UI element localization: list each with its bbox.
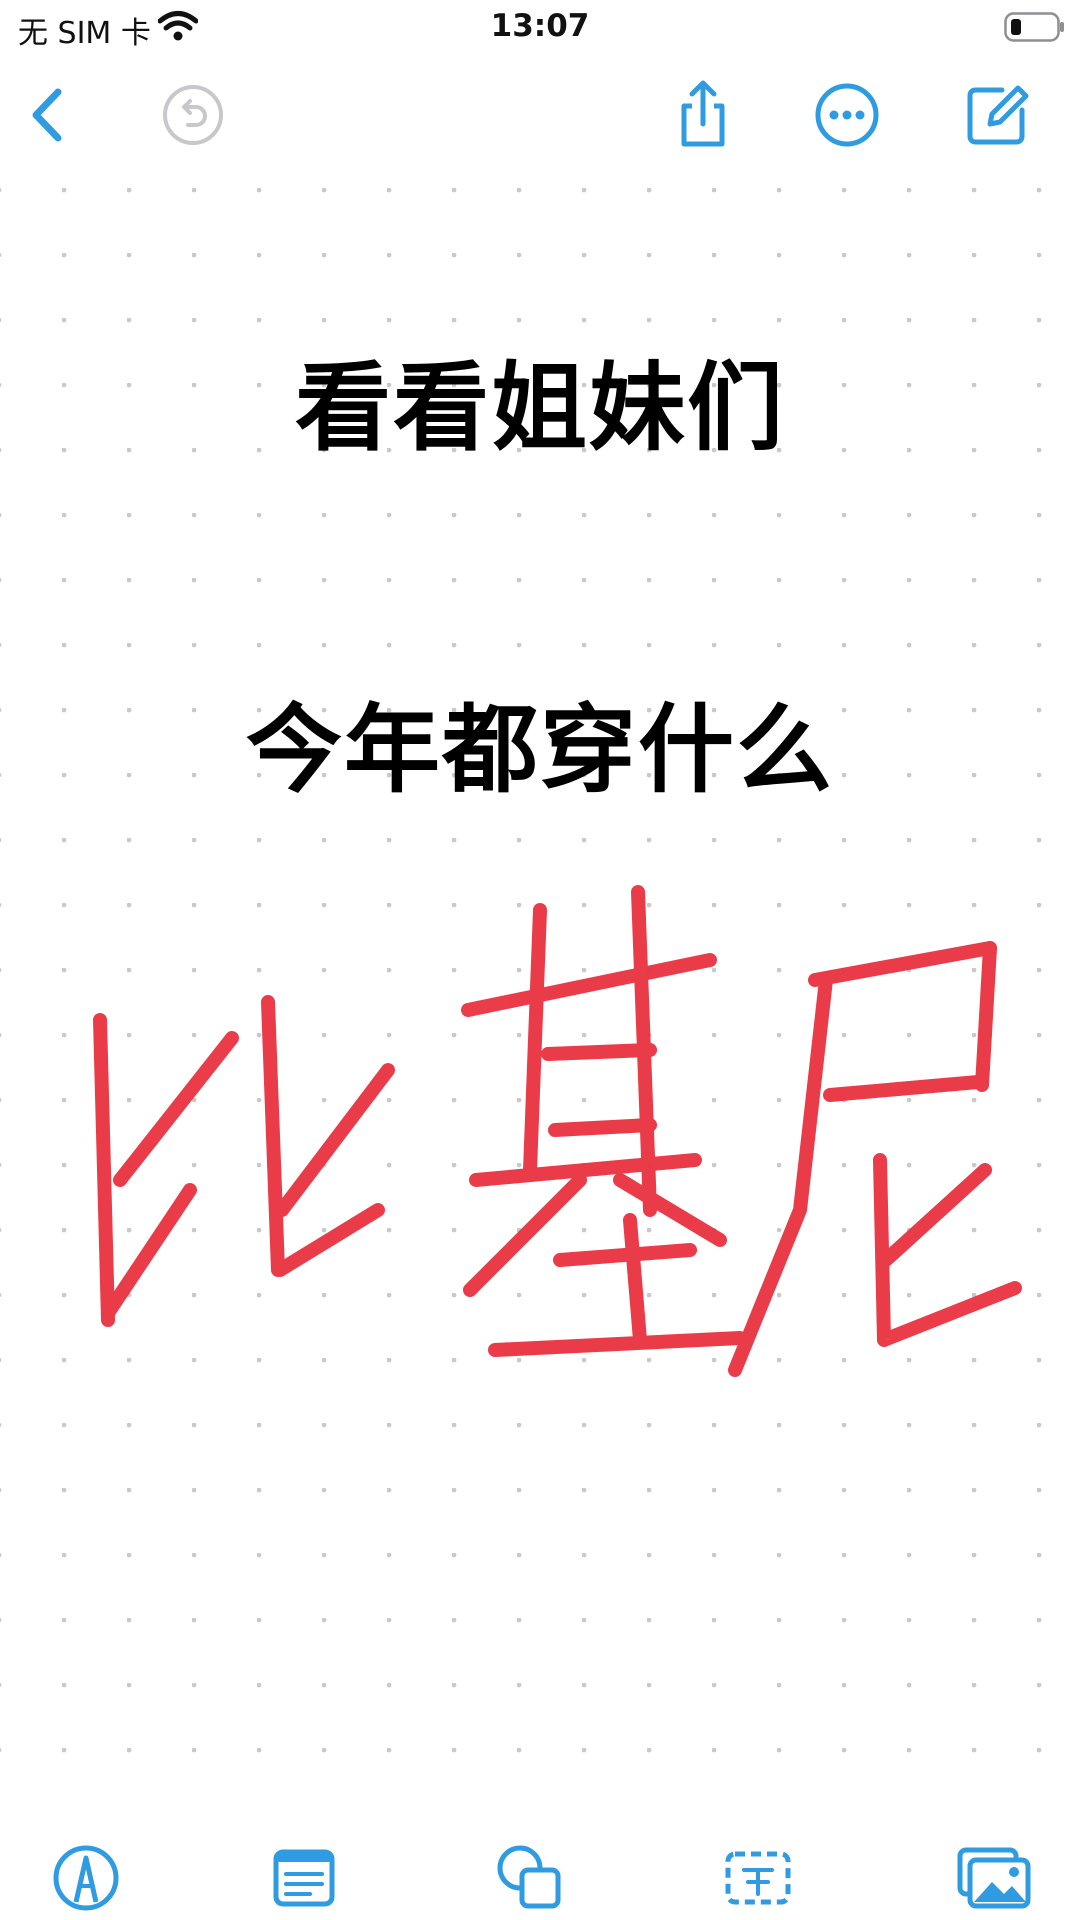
image-icon bbox=[957, 1847, 1031, 1909]
status-bar: 无 SIM 卡 13:07 bbox=[0, 0, 1080, 54]
compose-icon bbox=[967, 85, 1029, 145]
shapes-button[interactable] bbox=[492, 1840, 568, 1916]
handwriting-drawing bbox=[93, 885, 1022, 1377]
text-box-button[interactable] bbox=[720, 1840, 796, 1916]
markup-button[interactable] bbox=[48, 1840, 124, 1916]
note-toolbar bbox=[0, 60, 1080, 160]
notes-app: 无 SIM 卡 13:07 看看姐妹们 今年都穿什么 bbox=[0, 0, 1080, 1920]
image-button[interactable] bbox=[956, 1840, 1032, 1916]
checklist-button[interactable] bbox=[266, 1840, 342, 1916]
battery-icon bbox=[1004, 12, 1064, 42]
bottom-toolbar bbox=[0, 1810, 1080, 1920]
compose-button[interactable] bbox=[962, 80, 1032, 150]
shapes-icon bbox=[497, 1845, 561, 1909]
status-time: 13:07 bbox=[490, 8, 590, 44]
undo-button[interactable] bbox=[158, 80, 228, 150]
back-button[interactable] bbox=[14, 80, 84, 150]
note-canvas[interactable]: 看看姐妹们 今年都穿什么 bbox=[0, 170, 1080, 1790]
ellipsis-circle-icon bbox=[815, 83, 879, 147]
chevron-left-icon bbox=[32, 88, 62, 142]
undo-icon bbox=[163, 85, 223, 145]
share-button[interactable] bbox=[668, 80, 738, 150]
checklist-icon bbox=[273, 1849, 335, 1907]
markup-pen-icon bbox=[53, 1845, 119, 1911]
share-icon bbox=[681, 80, 725, 147]
more-button[interactable] bbox=[812, 80, 882, 150]
text-box-icon bbox=[725, 1851, 791, 1905]
